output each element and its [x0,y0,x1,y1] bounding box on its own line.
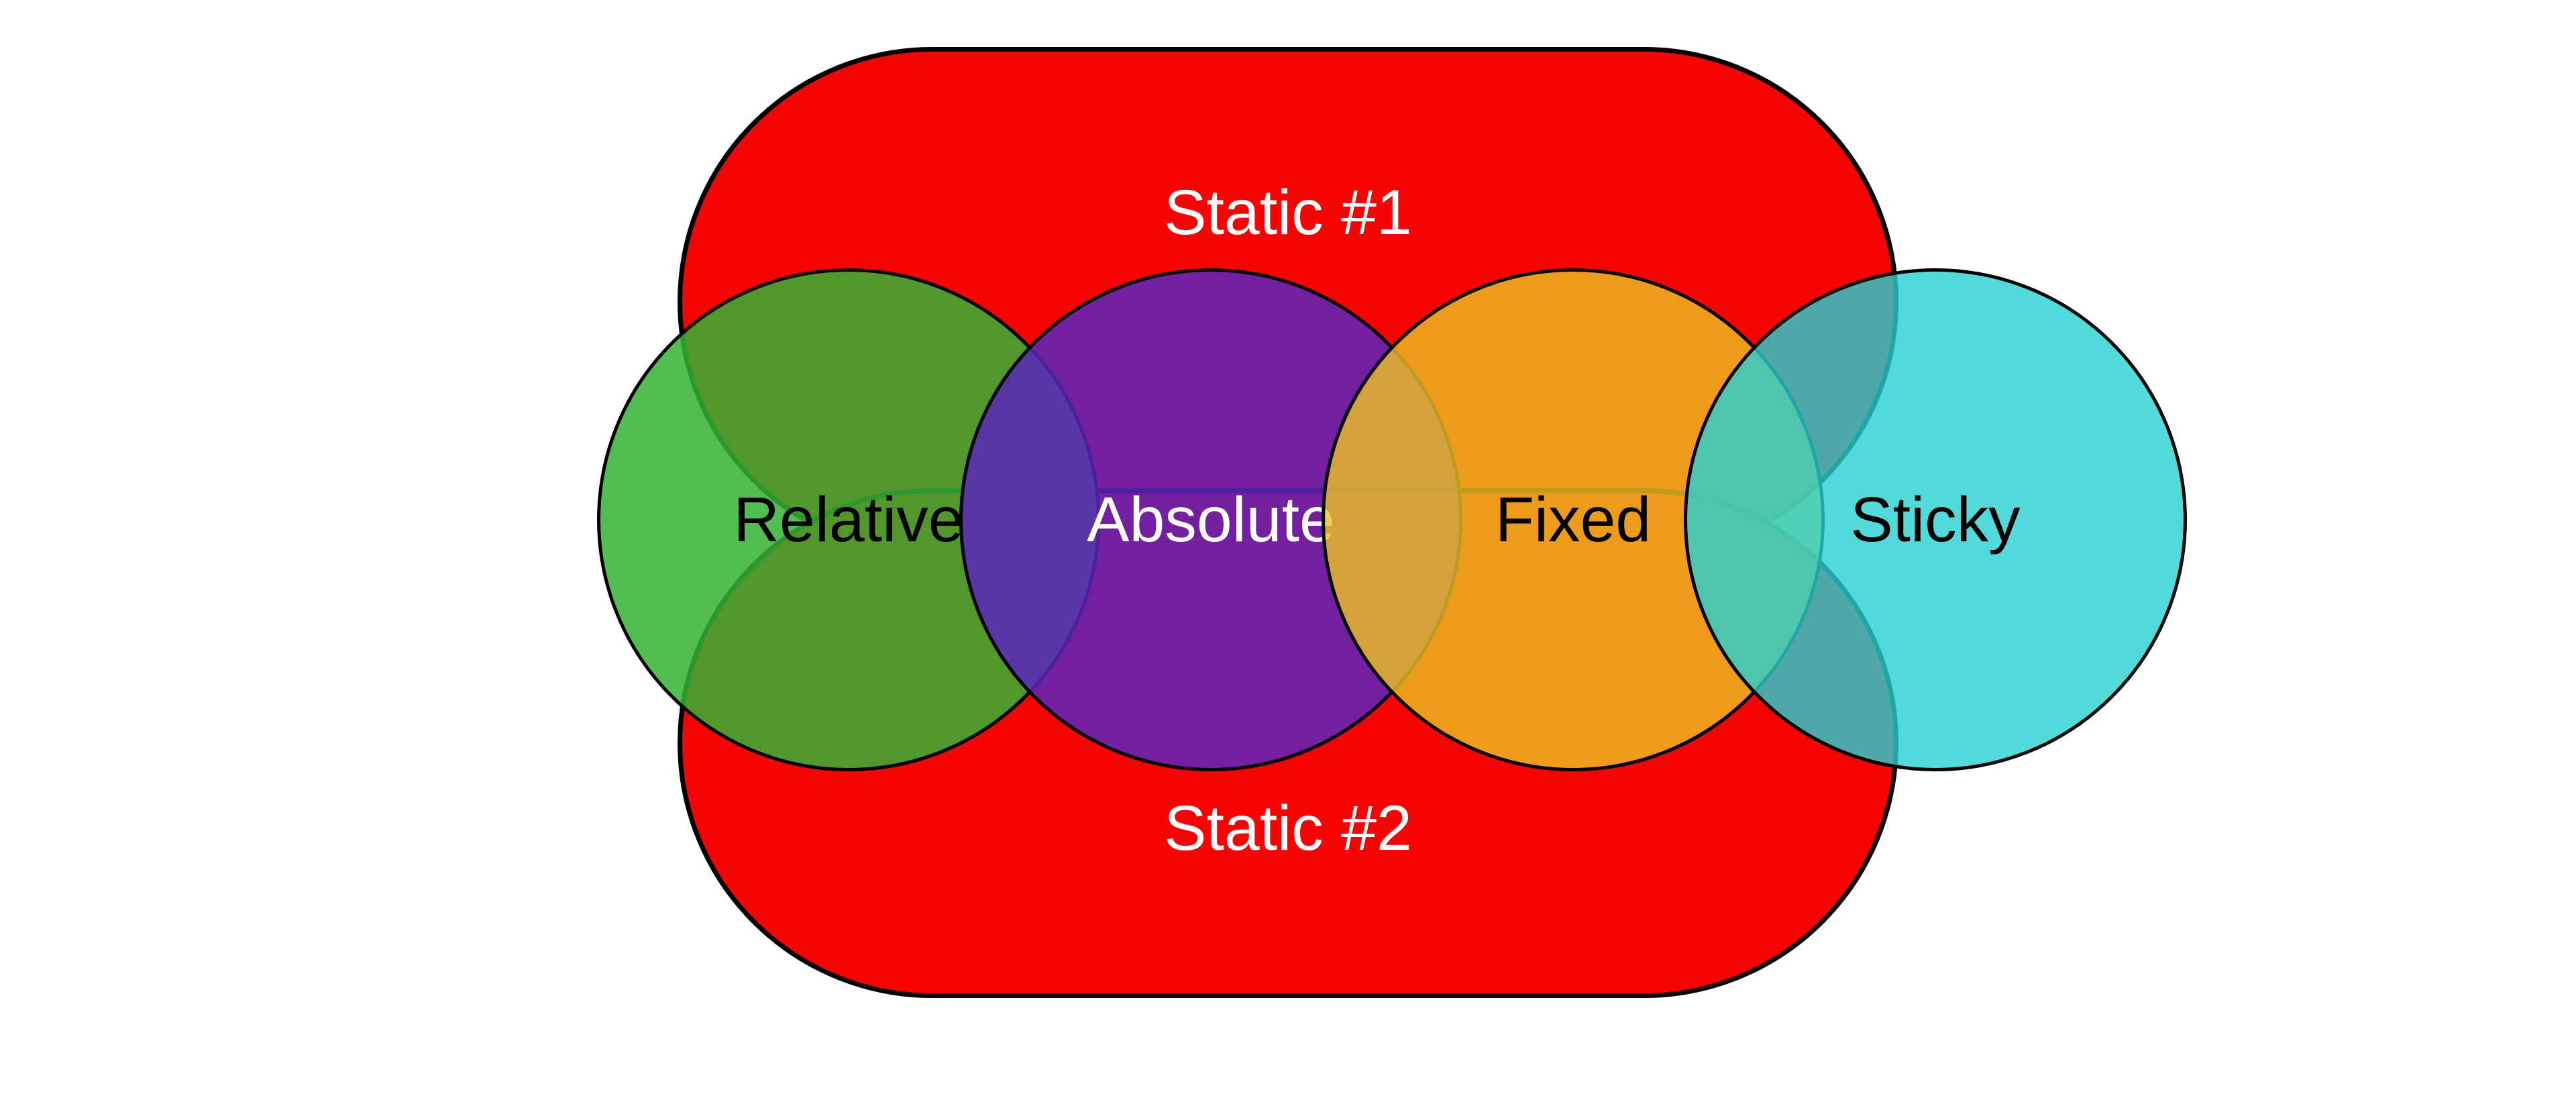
circle-fixed-label: Fixed [1495,484,1651,557]
circle-sticky-label: Sticky [1850,484,2020,557]
static-label-1: Static #1 [678,181,1898,245]
diagram-stage: Relative Absolute Fixed Sticky Static #1… [678,47,1898,998]
circle-relative-label: Relative [733,484,963,557]
static-label-2: Static #2 [678,797,1898,861]
circle-absolute-label: Absolute [1087,484,1335,557]
circle-sticky: Sticky [1684,268,2187,771]
